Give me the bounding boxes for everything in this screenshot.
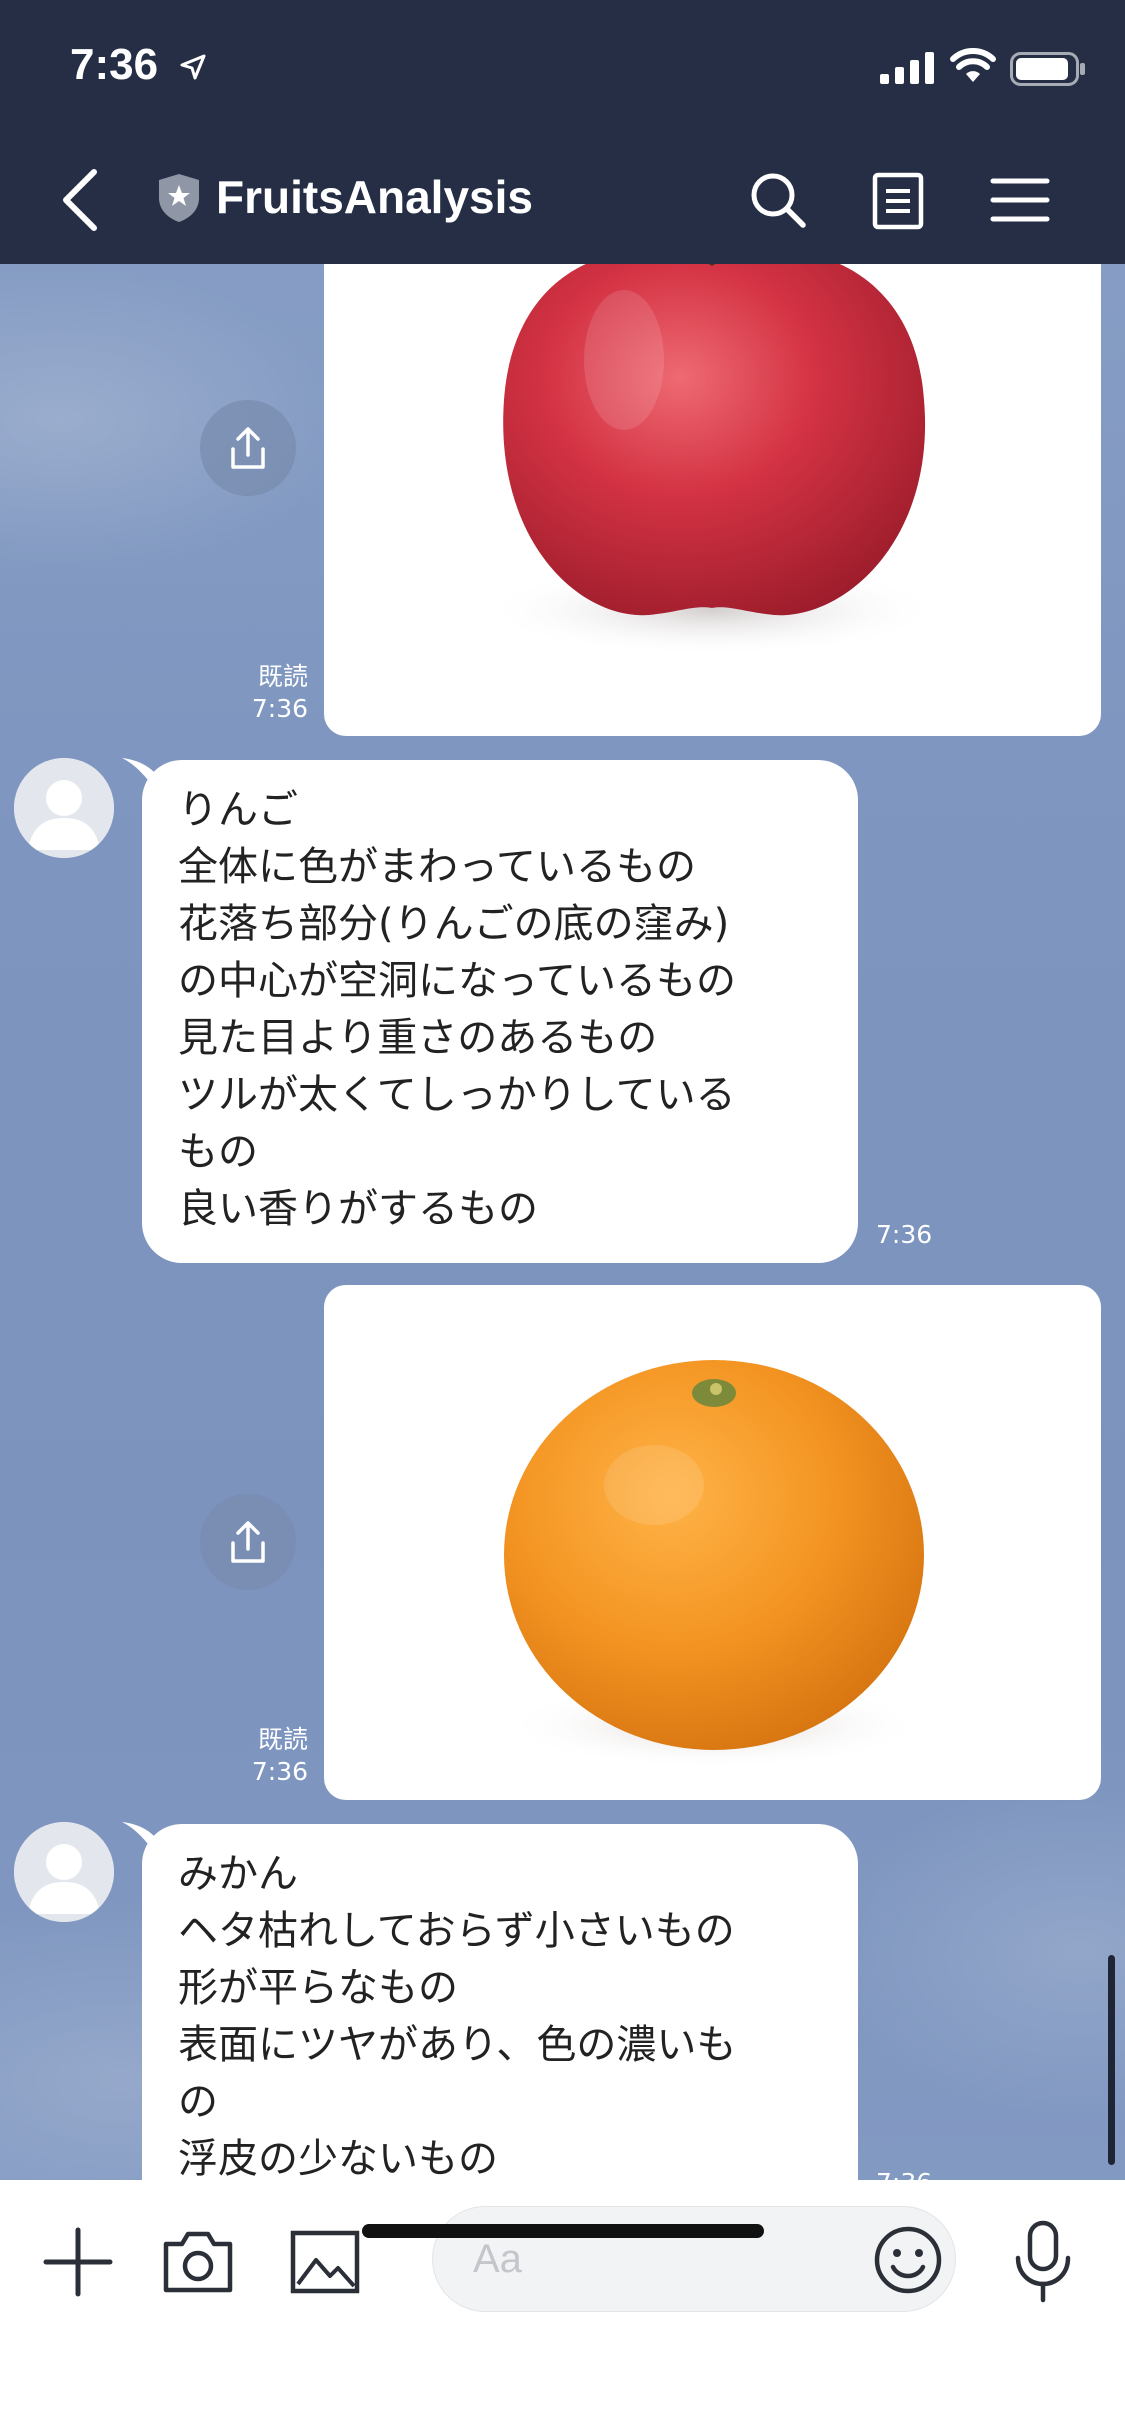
share-button[interactable] <box>200 1494 296 1590</box>
notes-icon[interactable] <box>872 172 924 230</box>
share-button[interactable] <box>200 400 296 496</box>
message-line: りんご <box>178 787 298 833</box>
shield-icon <box>159 174 199 222</box>
image-icon[interactable] <box>290 2230 360 2294</box>
wifi-icon <box>950 48 996 82</box>
message-line: もの <box>178 1129 258 1175</box>
avatar[interactable] <box>14 758 114 858</box>
message-line: 形が平らなもの <box>178 1965 458 2011</box>
message-time: 7:36 <box>251 1757 308 1786</box>
avatar[interactable] <box>14 1822 114 1922</box>
signal-icon <box>880 52 934 84</box>
input-bar: Aa <box>0 2180 1125 2436</box>
microphone-icon[interactable] <box>1012 2220 1074 2304</box>
text-message-apple[interactable]: りんご 全体に色がまわっているもの 花落ち部分(りんごの底の窪み) の中心が空洞… <box>142 760 858 1263</box>
message-meta: 既読 7:36 <box>198 661 308 725</box>
message-line: の <box>178 2079 218 2125</box>
search-icon[interactable] <box>748 170 808 230</box>
scrollbar[interactable] <box>1108 1955 1115 2165</box>
home-indicator[interactable] <box>362 2224 764 2238</box>
message-line: 花落ち部分(りんごの底の窪み) <box>178 901 730 947</box>
person-icon <box>14 1822 114 1922</box>
message-time: 7:36 <box>876 1220 933 1249</box>
camera-icon[interactable] <box>162 2230 234 2294</box>
message-line: ツルが太くてしっかりしている <box>178 1072 736 1118</box>
orange-image <box>504 1360 924 1769</box>
back-icon[interactable] <box>58 168 108 232</box>
battery-icon <box>1010 52 1085 86</box>
read-receipt: 既読 <box>257 1725 308 1754</box>
message-meta: 既読 7:36 <box>198 1724 308 1788</box>
status-time: 7:36 <box>70 40 159 89</box>
message-input-placeholder: Aa <box>473 2237 522 2281</box>
message-line: 表面にツヤがあり、色の濃いも <box>178 2022 737 2068</box>
header: 7:36 FruitsAnalysis <box>0 0 1125 264</box>
location-arrow-icon <box>180 54 206 80</box>
message-line: みかん <box>178 1851 298 1897</box>
image-message-orange[interactable] <box>324 1285 1101 1800</box>
message-line: 全体に色がまわっているもの <box>178 844 696 890</box>
message-line: の中心が空洞になっているもの <box>178 958 736 1004</box>
plus-icon[interactable] <box>42 2226 114 2298</box>
message-time: 7:36 <box>251 694 308 723</box>
person-icon <box>14 758 114 858</box>
message-line: ヘタ枯れしておらず小さいもの <box>178 1908 735 1954</box>
menu-icon[interactable] <box>990 176 1050 224</box>
message-line: 見た目より重さのあるもの <box>178 1015 658 1061</box>
share-icon <box>231 1521 265 1563</box>
text-message-orange[interactable]: みかん ヘタ枯れしておらず小さいもの 形が平らなもの 表面にツヤがあり、色の濃い… <box>142 1824 858 2224</box>
message-input[interactable]: Aa <box>432 2206 956 2312</box>
nav-bar: FruitsAnalysis <box>0 150 1125 250</box>
share-icon <box>231 427 265 469</box>
status-bar: 7:36 <box>0 0 1125 140</box>
message-line: 良い香りがするもの <box>178 1186 538 1232</box>
apple-image <box>482 211 942 656</box>
read-receipt: 既読 <box>257 662 308 691</box>
image-message-apple[interactable] <box>324 210 1101 736</box>
chat-title[interactable]: FruitsAnalysis <box>216 170 533 224</box>
emoji-icon[interactable] <box>873 2225 943 2295</box>
